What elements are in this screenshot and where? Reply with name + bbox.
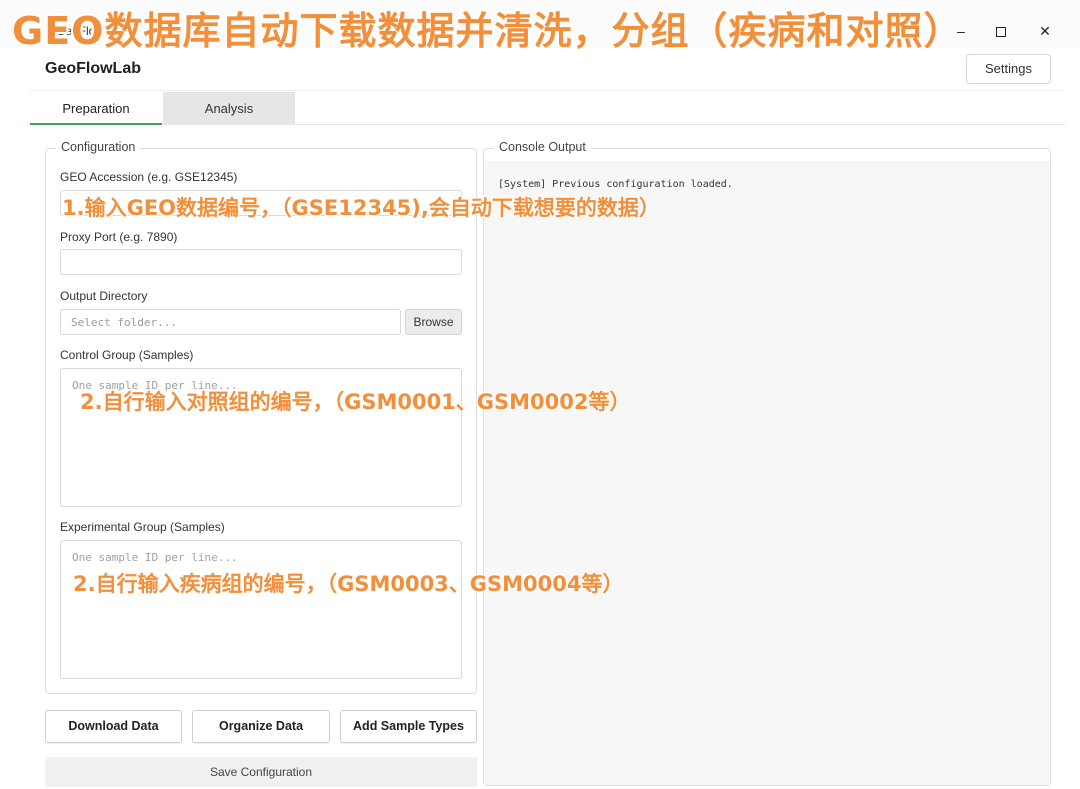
annotation-step-control: 2.自行输入对照组的编号，（GSM0001、GSM0002等） (80, 390, 631, 414)
add-sample-types-button[interactable]: Add Sample Types (340, 710, 477, 743)
experimental-group-label: Experimental Group (Samples) (60, 520, 225, 534)
settings-button[interactable]: Settings (966, 54, 1051, 84)
download-data-button[interactable]: Download Data (45, 710, 182, 743)
control-group-label: Control Group (Samples) (60, 348, 194, 362)
console-log-text: [System] Previous configuration loaded. (498, 179, 733, 190)
annotation-step-experimental: 2.自行输入疾病组的编号，（GSM0003、GSM0004等） (73, 572, 624, 596)
save-configuration-button[interactable]: Save Configuration (45, 757, 477, 787)
output-directory-placeholder: Select folder... (71, 316, 177, 329)
maximize-icon (996, 27, 1006, 38)
tab-preparation[interactable]: Preparation (30, 92, 162, 125)
experimental-group-textarea[interactable]: One sample ID per line... (60, 540, 462, 679)
app-title: GeoFlowLab (45, 60, 141, 77)
console-output-title: Console Output (494, 140, 591, 154)
proxy-port-label: Proxy Port (e.g. 7890) (60, 230, 178, 244)
close-button[interactable]: ✕ (1030, 18, 1060, 44)
output-directory-label: Output Directory (60, 289, 148, 303)
output-directory-input[interactable]: Select folder... (60, 309, 401, 335)
experimental-group-placeholder: One sample ID per line... (72, 551, 238, 564)
tab-analysis[interactable]: Analysis (163, 92, 295, 125)
organize-data-button[interactable]: Organize Data (192, 710, 330, 743)
console-output-area[interactable] (484, 161, 1050, 785)
annotation-step-geo: 1.输入GEO数据编号，（GSE12345),会自动下载想要的数据） (62, 196, 660, 220)
configuration-group-title: Configuration (56, 140, 141, 154)
console-output-group: Console Output [System] Previous configu… (483, 140, 1051, 786)
geo-accession-label: GEO Accession (e.g. GSE12345) (60, 170, 238, 184)
tab-bar: Preparation Analysis (30, 90, 1065, 125)
browse-button[interactable]: Browse (405, 309, 462, 335)
banner-caption: GEO数据库自动下载数据并清洗，分组（疾病和对照） (12, 9, 963, 53)
maximize-button[interactable] (986, 18, 1016, 44)
proxy-port-input[interactable] (60, 249, 462, 275)
